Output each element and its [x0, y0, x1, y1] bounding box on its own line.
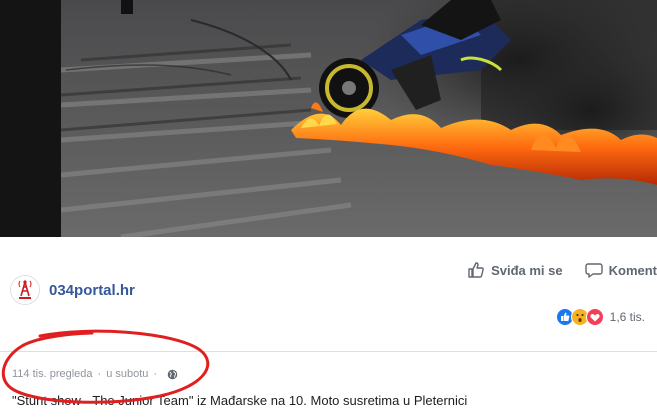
page-header: 034portal.hr — [10, 273, 135, 307]
page-avatar[interactable] — [10, 275, 40, 305]
love-reaction-icon — [585, 308, 604, 326]
reaction-count: 1,6 tis. — [609, 310, 645, 324]
like-button[interactable]: Sviđa mi se — [467, 261, 563, 279]
post-meta: 114 tis. pregleda · u subotu · — [12, 368, 178, 380]
view-count: 114 tis. pregleda — [12, 368, 93, 380]
speech-bubble-icon — [584, 263, 603, 278]
comment-button[interactable]: Koment — [584, 261, 657, 279]
reaction-icons — [555, 308, 604, 326]
video-player[interactable] — [0, 0, 657, 237]
meta-separator: · — [97, 368, 102, 380]
video-still-image — [61, 0, 657, 237]
radio-tower-logo-icon — [11, 276, 39, 304]
divider — [0, 351, 657, 352]
comment-button-label: Koment — [608, 262, 657, 278]
meta-separator: · — [153, 368, 158, 380]
like-button-label: Sviđa mi se — [491, 262, 563, 278]
video-frame[interactable] — [61, 0, 657, 237]
post-date-link[interactable]: u subotu — [106, 368, 148, 380]
post-caption: "Stunt show - The Junior Team" iz Mađars… — [12, 393, 468, 408]
thumbs-up-icon — [468, 262, 484, 278]
reactions-summary[interactable]: 1,6 tis. — [555, 308, 645, 326]
page-name-link[interactable]: 034portal.hr — [49, 282, 135, 299]
post-actions: Sviđa mi se Koment — [445, 259, 657, 281]
globe-icon[interactable] — [167, 369, 178, 380]
